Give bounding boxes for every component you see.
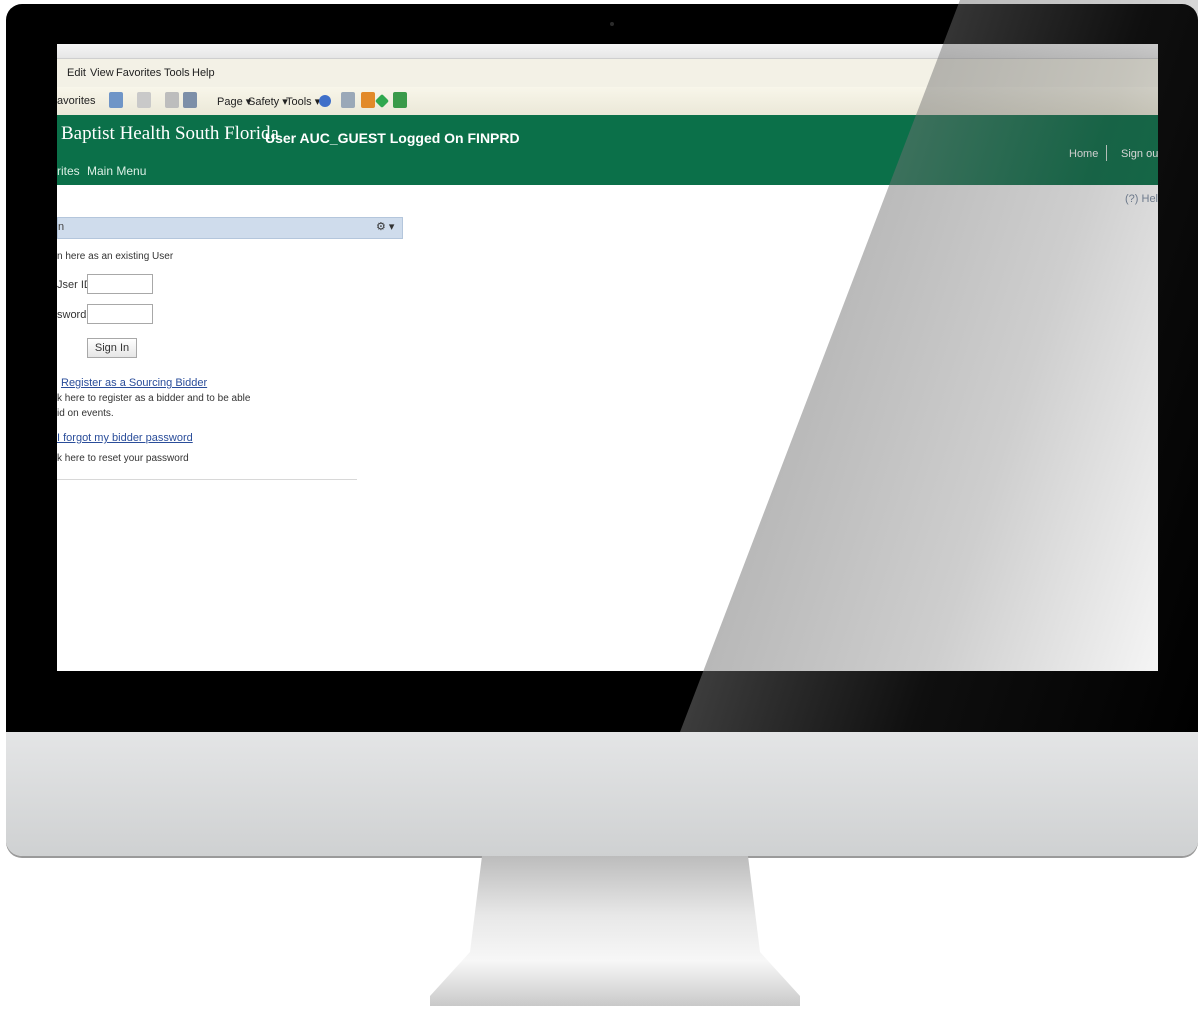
toolbar-safety[interactable]: Safety ▾: [248, 95, 288, 108]
section-divider: [57, 479, 357, 480]
menu-favorites[interactable]: Favorites: [116, 67, 161, 79]
signout-link[interactable]: Sign out: [1121, 148, 1158, 160]
menu-tools[interactable]: Tools: [164, 67, 190, 79]
browser-screen: Edit View Favorites Tools Help avorites …: [57, 44, 1158, 671]
menu-edit[interactable]: Edit: [67, 67, 86, 79]
signin-pagelet-header: n ⚙ ▾: [57, 217, 403, 239]
diamond-icon[interactable]: [374, 93, 390, 109]
gear-icon[interactable]: ⚙ ▾: [376, 220, 394, 233]
home-icon[interactable]: [109, 92, 123, 108]
register-bidder-link[interactable]: Register as a Sourcing Bidder: [61, 377, 207, 389]
pagelet-title: n: [58, 221, 65, 233]
menu-bar: Edit View Favorites Tools Help: [57, 59, 1158, 87]
password-label: sword:: [57, 309, 90, 321]
forgot-password-link[interactable]: I forgot my bidder password: [57, 432, 193, 444]
signin-button[interactable]: Sign In: [87, 338, 137, 358]
password-input[interactable]: [87, 304, 153, 324]
menu-help[interactable]: Help: [192, 67, 215, 79]
nav-favorites[interactable]: rites: [57, 164, 80, 178]
register-description-1: k here to register as a bidder and to be…: [57, 393, 251, 404]
dollar-icon[interactable]: [393, 92, 407, 108]
menu-view[interactable]: View: [90, 67, 114, 79]
forgot-description: k here to reset your password: [57, 453, 189, 464]
mail-icon[interactable]: [165, 92, 179, 108]
help-circle-icon[interactable]: [319, 95, 331, 107]
monitor-chin: [6, 732, 1198, 856]
print-icon[interactable]: [183, 92, 197, 108]
org-name: Baptist Health South Florida: [61, 123, 279, 144]
home-link[interactable]: Home: [1069, 148, 1098, 160]
extension-icon[interactable]: [361, 92, 375, 108]
toolbar-page[interactable]: Page ▾: [217, 95, 251, 108]
app-header: Baptist Health South Florida User AUC_GU…: [57, 115, 1158, 185]
nav-main-menu[interactable]: Main Menu: [87, 164, 146, 178]
address-bar[interactable]: [57, 44, 1158, 59]
command-toolbar: avorites Page ▾ Safety ▾ Tools ▾: [57, 87, 1158, 116]
register-description-2: id on events.: [57, 408, 114, 419]
signin-intro: n here as an existing User: [57, 251, 174, 262]
header-separator: [1106, 145, 1107, 161]
monitor-stand: [430, 856, 800, 1006]
userid-input[interactable]: [87, 274, 153, 294]
help-link[interactable]: (?) Help: [1125, 193, 1158, 205]
toolbar-favorites[interactable]: avorites: [57, 95, 96, 107]
feeds-icon[interactable]: [137, 92, 151, 108]
research-icon[interactable]: [341, 92, 355, 108]
camera-icon: [610, 22, 614, 26]
user-status: User AUC_GUEST Logged On FINPRD: [265, 130, 520, 146]
toolbar-tools[interactable]: Tools ▾: [286, 95, 320, 108]
